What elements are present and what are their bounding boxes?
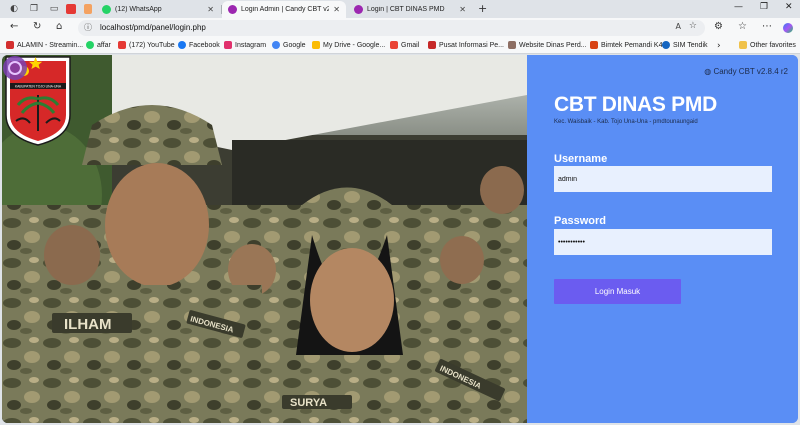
menu-icon[interactable]: ⋯: [762, 21, 772, 32]
bookmark-icon: [508, 41, 516, 49]
bookmark-item[interactable]: Gmail: [390, 41, 419, 49]
tab-title: (12) WhatsApp: [115, 6, 162, 13]
bookmark-item[interactable]: Bimtek Pemandi K4: [590, 41, 662, 49]
bookmark-item[interactable]: Google: [272, 41, 306, 49]
login-page: SURYA ILHAM INDONESIA INDONESIA KABUPATE…: [2, 55, 798, 423]
brand-title: CBT DINAS PMD: [554, 93, 717, 116]
bookmark-item[interactable]: Instagram: [224, 41, 266, 49]
close-window-icon[interactable]: ✕: [785, 2, 793, 12]
maximize-icon[interactable]: ❐: [760, 2, 768, 12]
password-field[interactable]: [554, 229, 772, 255]
bookmark-item[interactable]: Website Dinas Perd...: [508, 41, 587, 49]
version-label: ◍ Candy CBT v2.8.4 r2: [704, 67, 788, 76]
pinned-tab-icon[interactable]: [84, 4, 92, 14]
bookmark-icon: [6, 41, 14, 49]
username-field[interactable]: [554, 166, 772, 192]
login-panel: ◍ Candy CBT v2.8.4 r2 CBT DINAS PMD Kec.…: [527, 55, 798, 423]
tab-actions-icon[interactable]: ▭: [48, 3, 60, 15]
facebook-icon: [178, 41, 186, 49]
new-tab-button[interactable]: +: [478, 2, 487, 15]
read-aloud-icon[interactable]: A: [676, 22, 681, 31]
bookmark-item[interactable]: affar: [86, 41, 111, 49]
login-button[interactable]: Login Masuk: [554, 279, 681, 304]
pinned-youtube-icon[interactable]: [66, 4, 76, 14]
folder-icon: [739, 41, 747, 49]
candy-cbt-icon: [354, 5, 363, 14]
address-bar[interactable]: ⓘ localhost/pmd/panel/login.php A ☆: [78, 20, 705, 36]
password-label: Password: [554, 215, 606, 227]
hero-photo: SURYA ILHAM INDONESIA INDONESIA KABUPATE…: [2, 55, 527, 423]
username-label: Username: [554, 153, 608, 165]
favorites-icon[interactable]: ☆: [738, 21, 747, 32]
favorite-star-icon[interactable]: ☆: [689, 21, 697, 31]
candy-cbt-icon: [228, 5, 237, 14]
more-bookmarks-chevron-icon[interactable]: ›: [717, 41, 721, 51]
bookmark-item[interactable]: My Drive - Google...: [312, 41, 385, 49]
bookmark-icon: [662, 41, 670, 49]
bookmarks-bar: ALAMIN - Streamin... affar (172) YouTube…: [0, 38, 800, 54]
copilot-icon[interactable]: [783, 23, 793, 33]
address-toolbar: ← ↻ ⌂ ⓘ localhost/pmd/panel/login.php A …: [0, 18, 800, 38]
home-icon[interactable]: ⌂: [56, 21, 62, 32]
bookmark-item[interactable]: Facebook: [178, 41, 220, 49]
tab-strip: ◐ ❐ ▭ (12) WhatsApp ✕ Login Admin | Cand…: [0, 0, 800, 18]
url-text[interactable]: localhost/pmd/panel/login.php: [100, 23, 206, 32]
tab-title: Login | CBT DINAS PMD: [367, 6, 445, 13]
name-tag-surya: SURYA: [290, 397, 327, 409]
bookmark-icon: [590, 41, 598, 49]
brand-subtitle: Kec. Waisbaik - Kab. Tojo Una-Una - pmdt…: [554, 119, 698, 125]
extensions-icon[interactable]: ⚙: [714, 21, 723, 32]
minimize-icon[interactable]: —: [734, 2, 743, 12]
drive-icon: [312, 41, 320, 49]
bookmark-item[interactable]: (172) YouTube: [118, 41, 175, 49]
bookmark-item[interactable]: Pusat Informasi Pe...: [428, 41, 504, 49]
bookmark-icon: [428, 41, 436, 49]
bookmark-item[interactable]: SIM Tendik: [662, 41, 708, 49]
candy-cbt-icon: ◍: [704, 67, 712, 76]
refresh-icon[interactable]: ↻: [33, 21, 41, 32]
back-icon[interactable]: ←: [10, 21, 18, 32]
tab-title: Login Admin | Candy CBT v2.8.4 -: [241, 6, 330, 13]
site-info-icon[interactable]: ⓘ: [84, 22, 92, 33]
close-tab-icon[interactable]: ✕: [333, 5, 340, 14]
other-favorites[interactable]: Other favorites: [739, 41, 796, 49]
candy-cbt-watermark-icon: [3, 56, 27, 80]
tab-login-cbt[interactable]: Login | CBT DINAS PMD ✕: [348, 1, 472, 18]
workspaces-icon[interactable]: ❐: [28, 3, 40, 15]
instagram-icon: [224, 41, 232, 49]
close-tab-icon[interactable]: ✕: [459, 5, 466, 14]
bookmark-item[interactable]: ALAMIN - Streamin...: [6, 41, 83, 49]
name-tag-ilham: ILHAM: [64, 316, 112, 333]
svg-text:KABUPATEN TOJO UNA-UNA: KABUPATEN TOJO UNA-UNA: [15, 85, 62, 89]
whatsapp-icon: [102, 5, 111, 14]
soldiers-photo-illustration: SURYA ILHAM INDONESIA INDONESIA: [2, 55, 527, 423]
tab-whatsapp[interactable]: (12) WhatsApp ✕: [96, 1, 220, 18]
close-tab-icon[interactable]: ✕: [207, 5, 214, 14]
profile-icon[interactable]: ◐: [8, 3, 20, 15]
google-icon: [272, 41, 280, 49]
gmail-icon: [390, 41, 398, 49]
youtube-icon: [118, 41, 126, 49]
tab-login-admin[interactable]: Login Admin | Candy CBT v2.8.4 - ✕: [222, 1, 346, 18]
bookmark-icon: [86, 41, 94, 49]
